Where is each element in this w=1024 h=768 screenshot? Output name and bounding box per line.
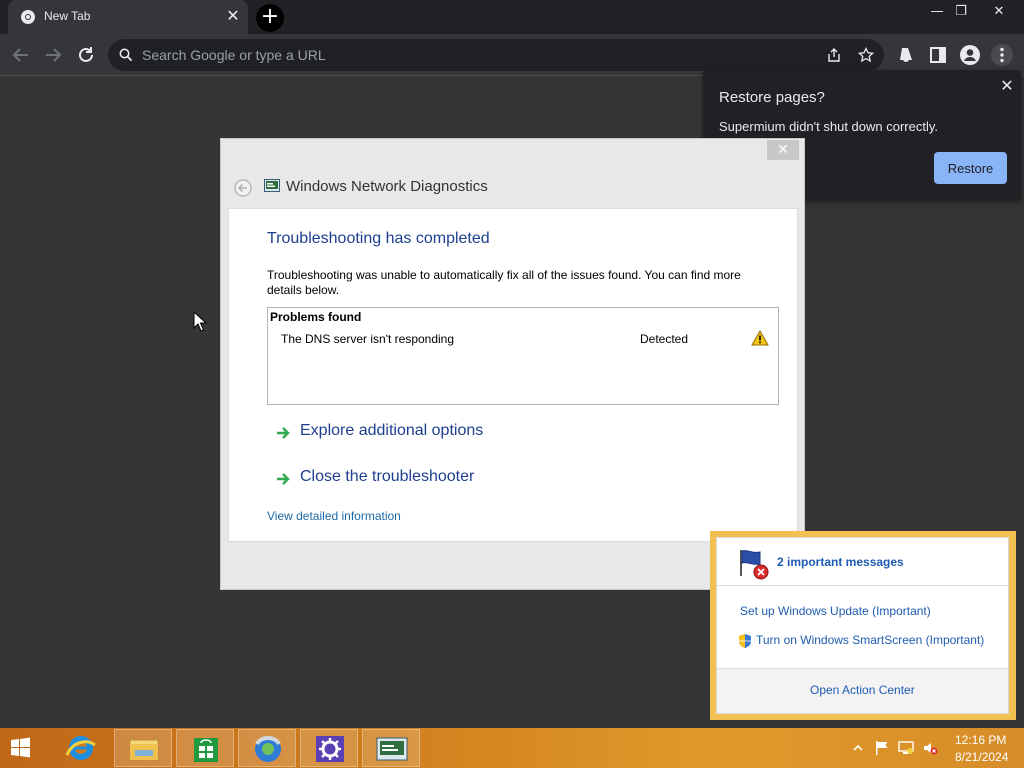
network-status-icon[interactable] [898,740,914,756]
tab-title: New Tab [44,9,91,23]
clock-date[interactable]: 8/21/2024 [955,750,1008,764]
action-center-panel: 2 important messages Set up Windows Upda… [716,537,1009,714]
network-diagnostics-taskbar-icon[interactable] [362,729,420,767]
network-diagnostics-icon [264,179,280,192]
dialog-description: Troubleshooting was unable to automatica… [267,268,741,297]
share-icon[interactable] [826,47,842,63]
chrome-favicon-icon [21,10,35,24]
taskbar: 12:16 PM 8/21/2024 [0,728,1024,768]
restore-popup-title: Restore pages? [719,89,825,106]
dialog-heading: Troubleshooting has completed [267,230,490,247]
omnibox[interactable] [108,39,884,71]
internet-explorer-icon[interactable] [52,729,110,767]
problem-status: Detected [640,332,689,346]
option-label: Explore additional options [300,422,484,439]
file-explorer-icon[interactable] [114,729,172,767]
shield-icon [739,634,751,648]
open-action-center-link[interactable]: Open Action Center [810,683,915,697]
restore-button[interactable]: Restore [934,152,1007,184]
problems-list: Problems found The DNS server isn't resp… [267,307,779,405]
dialog-title: Windows Network Diagnostics [286,178,488,195]
problem-row[interactable]: The DNS server isn't responding Detected [269,328,777,350]
start-icon[interactable] [0,729,58,767]
warning-icon [751,330,769,346]
browser-tab-strip: New Tab ✕ + — ❐ ✕ [0,0,1024,34]
close-window-button[interactable]: ✕ [984,2,1014,22]
action-center-flag-icon[interactable] [874,740,890,756]
action-center-footer: Open Action Center [717,668,1008,713]
tab-close-icon[interactable]: ✕ [224,7,242,25]
network-diagnostics-icon [376,737,408,761]
problem-name: The DNS server isn't responding [281,332,455,346]
back-arrow-icon[interactable] [9,43,33,67]
reload-icon[interactable] [74,43,98,67]
green-arrow-icon [277,427,290,439]
side-panel-icon[interactable] [926,43,950,67]
omnibox-input[interactable] [142,39,792,71]
smartscreen-message[interactable]: Turn on Windows SmartScreen (Important) [756,633,984,647]
tab-new-tab[interactable]: New Tab ✕ [8,0,248,34]
menu-dots-icon[interactable] [990,43,1014,67]
divider [717,585,1008,586]
divider [717,668,1008,669]
view-detailed-information-link[interactable]: View detailed information [267,509,401,523]
windows-update-message[interactable]: Set up Windows Update (Important) [740,604,931,618]
option-label: Close the troubleshooter [300,468,475,485]
chrome-icon[interactable] [238,729,296,767]
profile-avatar-icon[interactable] [958,43,982,67]
restore-window-button[interactable]: ❐ [946,2,976,22]
restore-popup-message: Supermium didn't shut down correctly. [719,119,939,134]
forward-arrow-icon[interactable] [41,43,65,67]
problems-header: Problems found [270,310,362,324]
new-tab-button[interactable]: + [256,4,284,32]
show-hidden-icons-chevron-icon[interactable] [852,742,864,754]
control-panel-icon[interactable] [300,729,358,767]
folder-icon [129,739,159,761]
search-icon [119,48,133,62]
green-arrow-icon [277,473,290,485]
mouse-cursor-icon [193,311,207,332]
browser-globe-icon [255,736,281,762]
restore-popup-close-icon[interactable]: ✕ [997,76,1017,96]
shopping-bag-icon [194,738,218,762]
action-center-flag-icon [740,550,769,580]
action-center-popup: 2 important messages Set up Windows Upda… [710,531,1016,720]
gear-icon [316,736,344,762]
important-messages-heading[interactable]: 2 important messages [777,555,904,569]
bookmark-star-icon[interactable] [858,47,874,63]
extensions-icon[interactable] [894,43,918,67]
back-arrow-icon[interactable] [234,179,252,197]
network-diagnostics-dialog: ✕ Windows Network Diagnostics Troublesho… [220,138,805,590]
clock-time[interactable]: 12:16 PM [955,733,1006,747]
dialog-close-button[interactable]: ✕ [767,140,799,160]
volume-muted-icon[interactable] [922,740,938,756]
dialog-content: Troubleshooting has completed Troublesho… [228,208,798,542]
store-icon[interactable] [176,729,234,767]
